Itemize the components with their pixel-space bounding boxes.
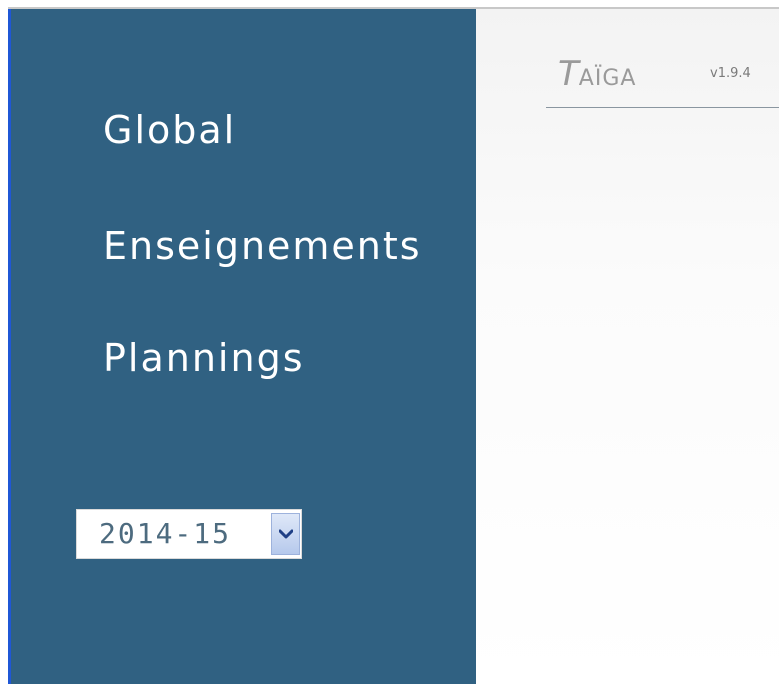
header-divider <box>546 107 779 108</box>
sidebar: Global Enseignements Plannings 2014-15 <box>11 9 476 684</box>
sidebar-item-plannings[interactable]: Plannings <box>103 339 305 377</box>
app-logo: TAÏGA <box>558 54 636 94</box>
year-select-dropdown-button[interactable] <box>271 513 300 555</box>
sidebar-item-global[interactable]: Global <box>103 111 236 149</box>
app-logo-name: AÏGA <box>578 66 637 91</box>
main-content: TAÏGA v1.9.4 <box>476 9 779 684</box>
app-logo-initial: T <box>558 54 579 94</box>
year-select[interactable]: 2014-15 <box>76 509 302 559</box>
year-select-value: 2014-15 <box>99 517 232 550</box>
app-window: Global Enseignements Plannings 2014-15 T… <box>0 0 779 684</box>
app-version: v1.9.4 <box>710 66 751 81</box>
top-border <box>0 0 779 9</box>
chevron-down-icon <box>279 529 293 539</box>
sidebar-item-enseignements[interactable]: Enseignements <box>103 227 422 265</box>
